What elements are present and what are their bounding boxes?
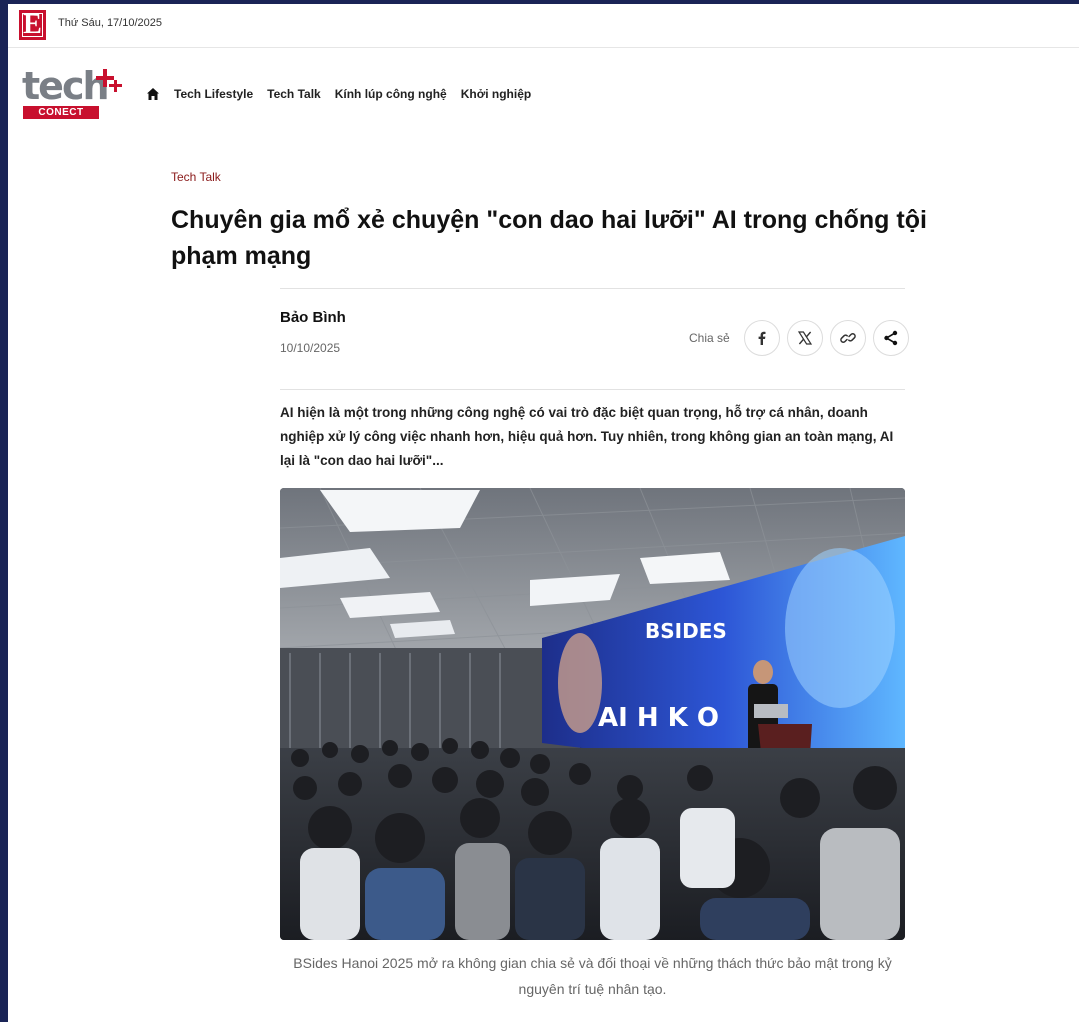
nav-item-tech-lifestyle[interactable]: Tech Lifestyle — [174, 87, 253, 101]
article-date: 10/10/2025 — [280, 341, 341, 355]
facebook-icon — [758, 331, 766, 345]
home-icon[interactable] — [146, 87, 160, 101]
divider — [280, 288, 905, 289]
current-date: Thứ Sáu, 17/10/2025 — [58, 17, 162, 29]
share-icon — [883, 330, 897, 346]
share-link-button[interactable] — [829, 320, 866, 356]
e-logo[interactable]: E — [19, 10, 46, 40]
nav-item-kinh-lup-cong-nghe[interactable]: Kính lúp công nghệ — [335, 87, 447, 101]
article-photo[interactable]: BSIDES AI H K O — [280, 488, 905, 940]
screen-main-text: AI H K O — [598, 703, 719, 733]
browser-page: E Thứ Sáu, 17/10/2025 tech CONECT Tech L… — [8, 4, 1079, 1022]
nav-item-khoi-nghiep[interactable]: Khởi nghiệp — [461, 87, 532, 101]
article-title: Chuyên gia mổ xẻ chuyện "con dao hai lưỡ… — [171, 206, 927, 270]
x-icon — [797, 331, 812, 345]
conference-photo: BSIDES AI H K O — [280, 488, 905, 940]
screen-event-text: BSIDES — [645, 619, 727, 643]
main-nav: Tech Lifestyle Tech Talk Kính lúp công n… — [146, 84, 545, 104]
share-facebook-button[interactable] — [743, 320, 780, 356]
share-bar: Chia sẻ — [689, 320, 909, 356]
techconnect-logo[interactable]: tech CONECT — [22, 66, 126, 122]
logo-cross-icon — [96, 69, 122, 92]
divider — [280, 389, 905, 390]
top-bar: E Thứ Sáu, 17/10/2025 — [8, 4, 1079, 48]
share-more-button[interactable] — [872, 320, 909, 356]
article-author[interactable]: Bảo Bình — [280, 309, 346, 326]
article-lead: AI hiện là một trong những công nghệ có … — [280, 405, 894, 468]
nav-item-tech-talk[interactable]: Tech Talk — [267, 87, 321, 101]
photo-caption: BSides Hanoi 2025 mở ra không gian chia … — [293, 955, 892, 997]
logo-subtitle: CONECT — [23, 106, 99, 119]
article-category[interactable]: Tech Talk — [171, 170, 221, 184]
share-x-button[interactable] — [786, 320, 823, 356]
share-label: Chia sẻ — [689, 331, 730, 345]
link-icon — [839, 333, 856, 343]
